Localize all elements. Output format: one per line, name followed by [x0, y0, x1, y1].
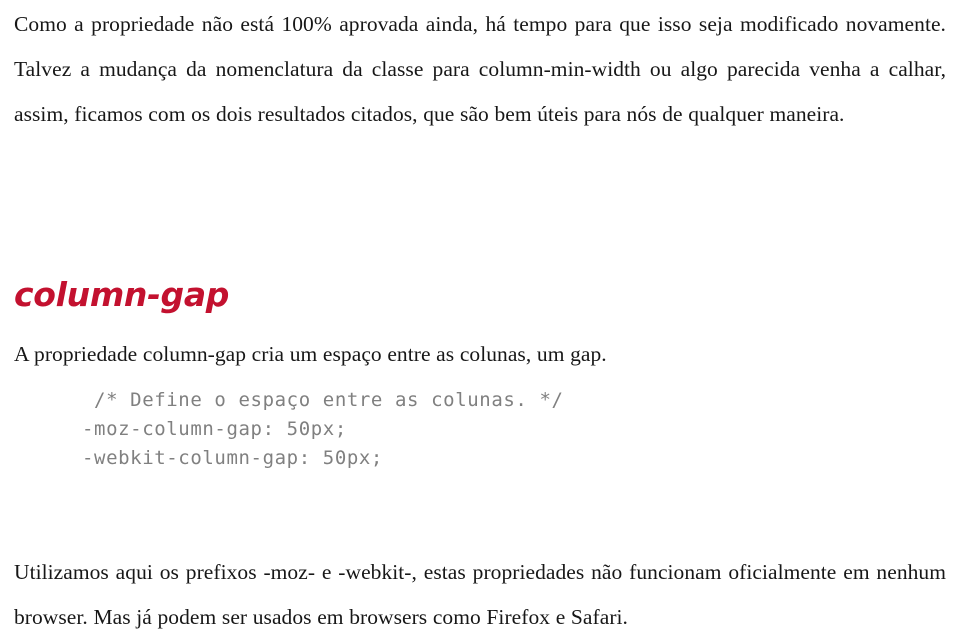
section-heading-column-gap: column-gap [14, 275, 230, 314]
code-line-comment: /* Define o espaço entre as colunas. */ [82, 389, 564, 411]
document-page: Como a propriedade não está 100% aprovad… [0, 0, 960, 636]
description-paragraph: A propriedade column-gap cria um espaço … [14, 342, 607, 366]
closing-paragraph: Utilizamos aqui os prefixos -moz- e -web… [14, 560, 946, 629]
intro-paragraph: Como a propriedade não está 100% aprovad… [14, 12, 946, 126]
code-line-webkit-column-gap: -webkit-column-gap: 50px; [82, 447, 383, 469]
code-line-moz-column-gap: -moz-column-gap: 50px; [82, 418, 347, 440]
code-block: /* Define o espaço entre as colunas. */ -… [82, 386, 564, 473]
